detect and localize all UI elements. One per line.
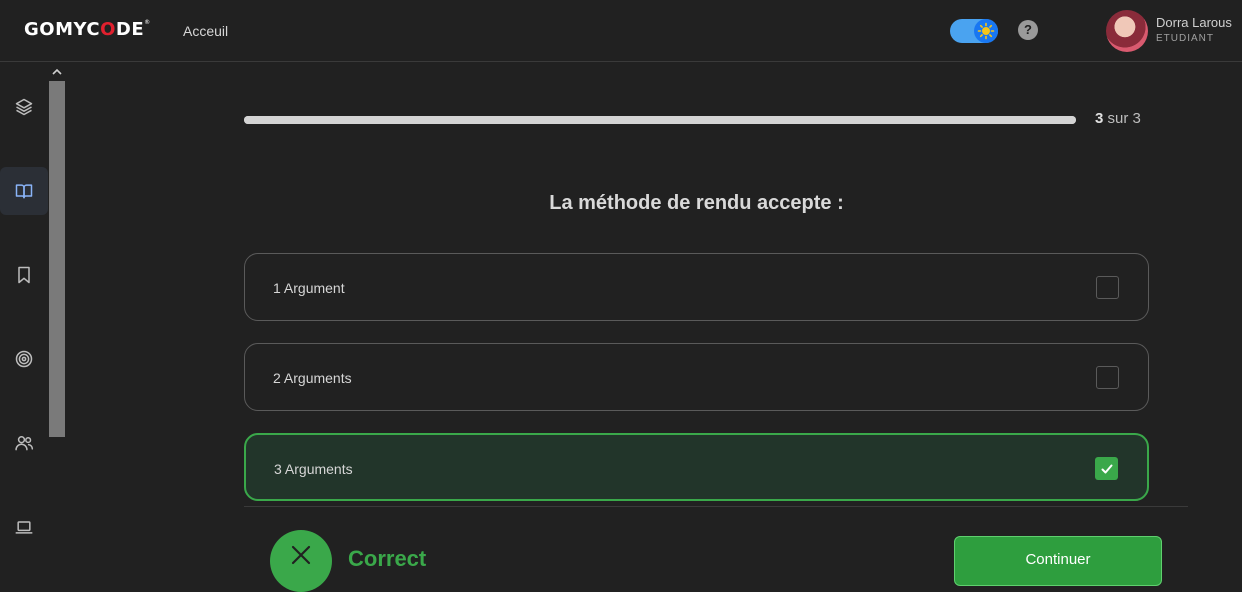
gomycode-logo[interactable]: GOMYCODE® — [24, 19, 151, 40]
answer-option-label: 1 Argument — [273, 280, 345, 296]
sidebar-item-layers[interactable] — [0, 83, 48, 131]
sidebar — [0, 63, 66, 558]
scroll-up-arrow-icon[interactable] — [49, 65, 65, 79]
answer-checkbox[interactable] — [1096, 276, 1119, 299]
result-text: Correct — [348, 546, 427, 571]
help-icon[interactable]: ? — [1018, 20, 1038, 40]
quiz-progress-counter: 3 sur 3 — [1095, 110, 1141, 127]
bookmark-icon — [18, 266, 30, 284]
target-icon — [15, 350, 33, 368]
sun-icon — [977, 22, 995, 40]
logo-registered: ® — [144, 19, 151, 26]
layers-icon — [15, 98, 33, 116]
theme-toggle[interactable] — [950, 19, 998, 43]
users-icon — [15, 436, 34, 451]
quiz-progress-fill — [244, 116, 1076, 124]
check-icon — [1101, 464, 1112, 473]
answer-checkbox[interactable] — [1096, 366, 1119, 389]
logo-text-o: O — [100, 19, 116, 40]
sidebar-item-bookmarks[interactable] — [0, 251, 48, 299]
quiz-progress-bar — [244, 116, 1076, 124]
question-title: La méthode de rendu accepte : — [549, 192, 844, 214]
answer-option-3[interactable]: 3 Arguments — [244, 433, 1149, 501]
user-name[interactable]: Dorra Larous — [1156, 15, 1232, 30]
progress-current: 3 — [1095, 110, 1104, 127]
theme-toggle-knob — [974, 19, 998, 43]
top-bar: GOMYCODE® Acceuil ? Dorra Larous ETUDIAN… — [0, 0, 1242, 62]
scrollbar-thumb[interactable] — [49, 81, 65, 437]
result-status-circle — [270, 530, 332, 592]
sidebar-item-courses[interactable] — [0, 167, 48, 215]
close-icon — [291, 545, 311, 565]
book-icon — [15, 184, 33, 199]
logo-text-prefix: GOMYC — [24, 19, 101, 40]
user-role: ETUDIANT — [1156, 33, 1214, 44]
avatar[interactable] — [1106, 10, 1148, 52]
answer-option-1[interactable]: 1 Argument — [244, 253, 1149, 321]
answer-option-label: 3 Arguments — [274, 461, 353, 477]
answer-option-2[interactable]: 2 Arguments — [244, 343, 1149, 411]
home-link[interactable]: Acceuil — [183, 23, 228, 39]
sidebar-item-workspace[interactable] — [0, 503, 48, 551]
laptop-icon — [15, 521, 33, 534]
continue-button[interactable]: Continuer — [954, 536, 1162, 586]
sidebar-item-community[interactable] — [0, 419, 48, 467]
progress-total: sur 3 — [1107, 110, 1141, 127]
sidebar-item-goals[interactable] — [0, 335, 48, 383]
answer-option-label: 2 Arguments — [273, 370, 352, 386]
answer-checkbox-checked[interactable] — [1095, 457, 1118, 480]
footer-divider — [244, 506, 1188, 507]
logo-text-suffix: DE — [115, 19, 145, 40]
